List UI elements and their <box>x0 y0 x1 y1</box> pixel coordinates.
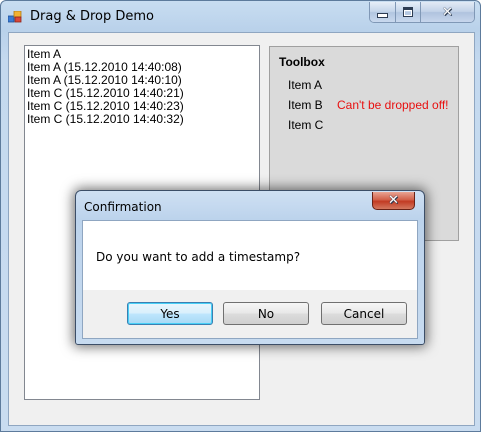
window-title: Drag & Drop Demo <box>30 9 155 24</box>
dialog-body: Do you want to add a timestamp? Yes No C… <box>82 220 418 339</box>
toolbox-title: Toolbox <box>279 55 325 69</box>
confirmation-dialog: Confirmation ✕ Do you want to add a time… <box>75 190 425 345</box>
dialog-close-button[interactable]: ✕ <box>372 192 415 210</box>
toolbox-item-c[interactable]: Item C <box>288 118 323 132</box>
title-bar[interactable]: Drag & Drop Demo ✕ <box>1 1 480 32</box>
close-window-button[interactable]: ✕ <box>420 2 474 22</box>
window-controls: ✕ <box>369 2 475 23</box>
app-icon <box>8 11 22 23</box>
list-item[interactable]: Item C (15.12.2010 14:40:32) <box>27 113 259 126</box>
no-button[interactable]: No <box>223 302 309 325</box>
dialog-title: Confirmation <box>84 200 162 214</box>
toolbox-item-a[interactable]: Item A <box>288 78 322 92</box>
close-icon: ✕ <box>442 4 453 20</box>
yes-button[interactable]: Yes <box>127 302 213 325</box>
toolbox-item-b[interactable]: Item B <box>288 98 323 112</box>
dialog-message-area: Do you want to add a timestamp? <box>83 221 417 290</box>
minimize-button[interactable] <box>370 2 395 22</box>
close-icon: ✕ <box>388 193 399 208</box>
dialog-message: Do you want to add a timestamp? <box>96 250 301 264</box>
maximize-icon <box>403 7 413 17</box>
drop-warning-label: Can't be dropped off! <box>337 98 449 112</box>
minimize-icon <box>377 12 388 18</box>
cancel-button[interactable]: Cancel <box>321 302 407 325</box>
maximize-button[interactable] <box>395 2 420 22</box>
